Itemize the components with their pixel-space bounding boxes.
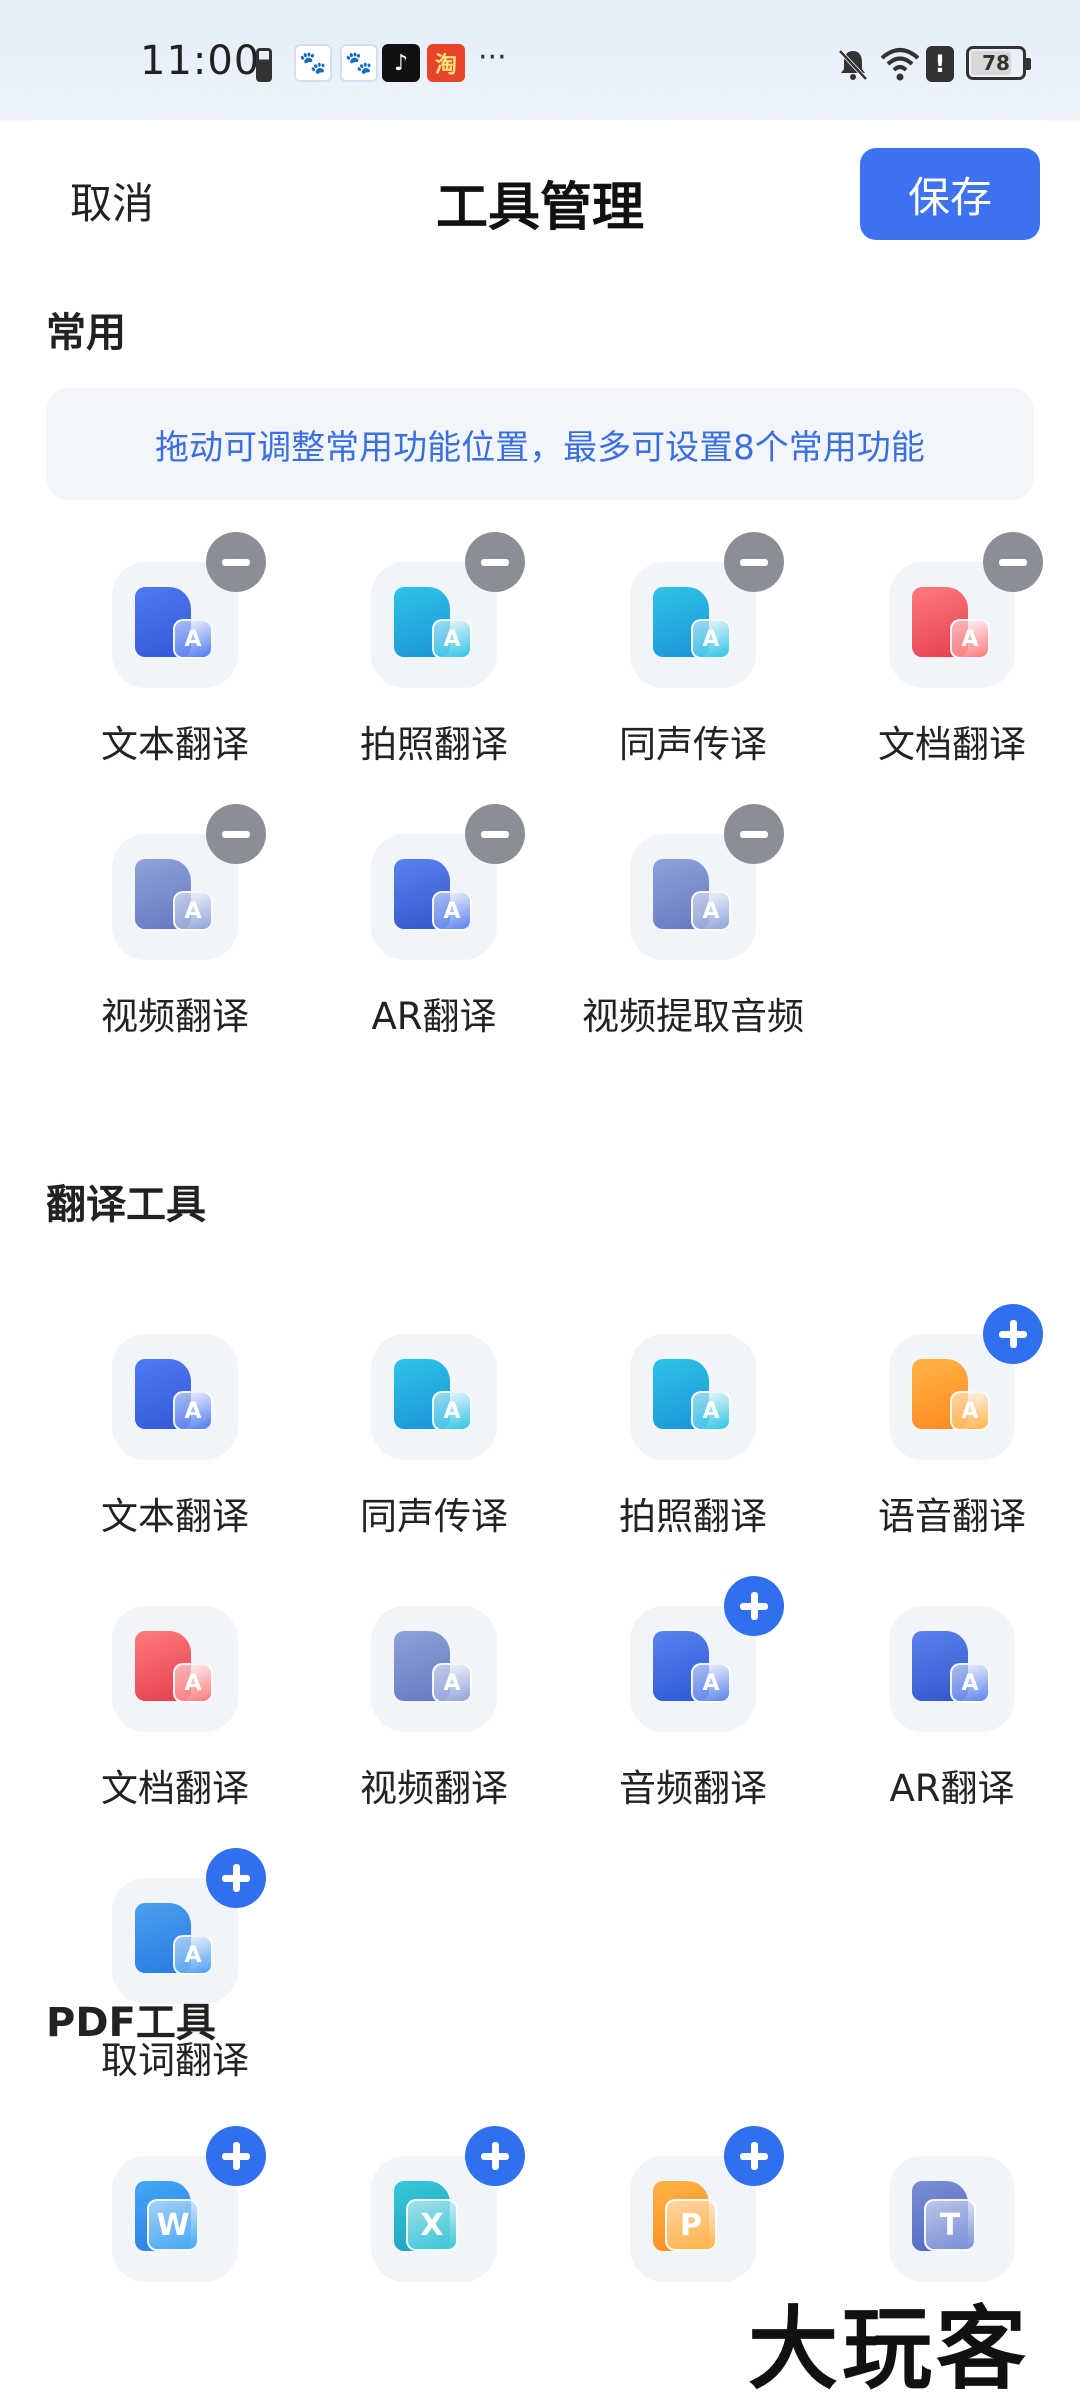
tool-label: 拍照翻译 [619,1495,767,1538]
audio-translate-icon: A [653,1631,733,1707]
tool-label: 同声传译 [619,723,767,766]
battery-saver-icon [256,48,272,82]
tool-tile[interactable]: A [889,1606,1015,1732]
watermark: 大玩客 [748,2297,1030,2400]
remove-badge-icon[interactable] [724,804,784,864]
tool-label: 拍照翻译 [360,723,508,766]
voice-translate-icon: A [912,1359,992,1435]
tool-item[interactable]: A 文档翻译 [823,532,1080,766]
tool-item[interactable]: A 同声传译 [305,1304,563,1538]
document-translate-icon: A [912,587,992,663]
document-translate-icon: A [135,1631,215,1707]
tool-item[interactable]: A 拍照翻译 [564,1304,822,1538]
remove-badge-icon[interactable] [983,532,1043,592]
remove-badge-icon[interactable] [465,804,525,864]
cancel-button[interactable]: 取消 [70,170,154,231]
tool-item[interactable]: A 文本翻译 [46,532,304,766]
tool-item[interactable]: A 视频翻译 [46,804,304,1038]
tool-label: 同声传译 [360,1495,508,1538]
pdf-to-excel-icon: X [394,2181,474,2257]
common-hint: 拖动可调整常用功能位置，最多可设置8个常用功能 [46,388,1034,500]
tool-item[interactable]: A 视频翻译 [305,1576,563,1810]
section-title-translate-tools: 翻译工具 [46,1182,206,1228]
ar-translate-icon: A [394,859,474,935]
alert-icon: ! [926,46,954,82]
section-title-common: 常用 [46,310,126,356]
save-button[interactable]: 保存 [860,148,1040,240]
video-translate-icon: A [394,1631,474,1707]
tool-item[interactable]: W [46,2126,304,2356]
text-translate-icon: A [135,1359,215,1435]
tool-label: 文档翻译 [101,1767,249,1810]
tool-tile[interactable]: A [112,1334,238,1460]
add-badge-icon[interactable] [465,2126,525,2186]
pdf-to-ppt-icon: P [653,2181,733,2257]
remove-badge-icon[interactable] [465,532,525,592]
simultaneous-interpretation-icon: A [394,1359,474,1435]
tool-tile[interactable]: T [889,2156,1015,2282]
tool-item[interactable]: A AR翻译 [823,1576,1080,1810]
ar-translate-icon: A [912,1631,992,1707]
tool-label: 视频提取音频 [582,995,804,1038]
add-badge-icon[interactable] [724,2126,784,2186]
tool-label: 文档翻译 [878,723,1026,766]
battery-level: 78 [982,51,1010,75]
tool-label: 音频翻译 [619,1767,767,1810]
add-badge-icon[interactable] [206,2126,266,2186]
status-bar: 11:00 🐾 🐾 ♪ 淘 ··· ! 78 [0,0,1080,120]
photo-translate-icon: A [394,587,474,663]
word-pick-translate-icon: A [135,1903,215,1979]
baidu-icon: 🐾 [294,44,332,82]
baidu-icon: 🐾 [340,44,378,82]
remove-badge-icon[interactable] [724,532,784,592]
section-title-pdf-tools: PDF工具 [46,2000,216,2046]
tool-label: 文本翻译 [101,723,249,766]
tool-label: 视频翻译 [101,995,249,1038]
battery-icon: 78 [966,46,1031,80]
taobao-icon: 淘 [427,44,465,82]
more-notifications-icon: ··· [478,40,507,75]
tool-item[interactable]: A 文本翻译 [46,1304,304,1538]
tool-item[interactable]: A 文档翻译 [46,1576,304,1810]
tool-label: 文本翻译 [101,1495,249,1538]
tool-label: 视频翻译 [360,1767,508,1810]
tool-item[interactable]: A 视频提取音频 [564,804,822,1038]
remove-badge-icon[interactable] [206,804,266,864]
simultaneous-interpretation-icon: A [653,587,733,663]
video-extract-audio-icon: A [653,859,733,935]
tool-tile[interactable]: A [630,1334,756,1460]
tool-item[interactable]: A 语音翻译 [823,1304,1080,1538]
tool-label: AR翻译 [889,1767,1015,1810]
add-badge-icon[interactable] [206,1848,266,1908]
tool-management-sheet: 取消 工具管理 保存 常用 拖动可调整常用功能位置，最多可设置8个常用功能 A文… [0,120,1080,2400]
tool-label: 语音翻译 [878,1495,1026,1538]
tool-item[interactable]: X [305,2126,563,2356]
status-time: 11:00 [140,38,261,84]
bell-muted-icon [838,49,868,81]
video-translate-icon: A [135,859,215,935]
add-badge-icon[interactable] [724,1576,784,1636]
tool-item[interactable]: A 拍照翻译 [305,532,563,766]
tool-item[interactable]: A AR翻译 [305,804,563,1038]
add-badge-icon[interactable] [983,1304,1043,1364]
tool-tile[interactable]: A [371,1606,497,1732]
text-translate-icon: A [135,587,215,663]
tiktok-icon: ♪ [382,44,420,82]
tool-item[interactable]: A 音频翻译 [564,1576,822,1810]
pdf-to-word-icon: W [135,2181,215,2257]
pdf-to-text-icon: T [912,2181,992,2257]
photo-translate-icon: A [653,1359,733,1435]
tool-tile[interactable]: A [112,1606,238,1732]
tool-label: AR翻译 [371,995,497,1038]
wifi-icon [880,48,920,81]
tool-item[interactable]: A 同声传译 [564,532,822,766]
tool-tile[interactable]: A [371,1334,497,1460]
remove-badge-icon[interactable] [206,532,266,592]
